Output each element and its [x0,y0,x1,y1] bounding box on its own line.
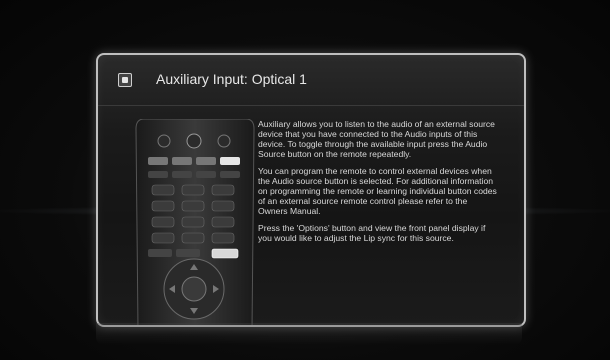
screen-background: Auxiliary Input: Optical 1 Auxiliary all… [0,0,610,360]
panel-reflection [96,323,522,345]
dialog-header: Auxiliary Input: Optical 1 [98,55,524,106]
description-paragraph: Auxiliary allows you to listen to the au… [258,119,495,159]
remote-control-illustration [134,118,256,325]
input-source-icon [118,73,132,87]
remote-control-icon [135,118,255,325]
dialog-description: Auxiliary allows you to listen to the au… [258,119,498,250]
info-dialog: Auxiliary Input: Optical 1 Auxiliary all… [96,53,526,327]
description-paragraph: You can program the remote to control ex… [258,166,497,216]
description-paragraph: Press the 'Options' button and view the … [258,223,486,243]
dialog-title: Auxiliary Input: Optical 1 [156,71,307,87]
